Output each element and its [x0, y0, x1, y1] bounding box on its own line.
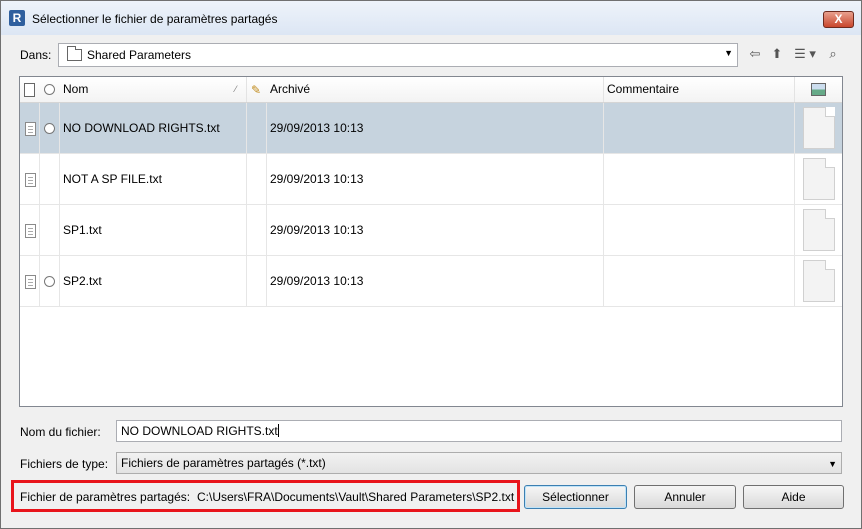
- look-in-dropdown[interactable]: Shared Parameters ▼: [58, 43, 738, 67]
- title-bar: R Sélectionner le fichier de paramètres …: [1, 1, 861, 35]
- shared-params-path: C:\Users\FRA\Documents\Vault\Shared Para…: [197, 490, 515, 504]
- cell-divider: [59, 154, 60, 204]
- file-row[interactable]: NOT A SP FILE.txt 29/09/2013 10:13: [20, 154, 842, 205]
- chevron-down-icon: ▼: [828, 459, 837, 469]
- cell-divider: [39, 154, 40, 204]
- file-thumbnail: [803, 209, 835, 251]
- file-name: NO DOWNLOAD RIGHTS.txt: [63, 121, 220, 135]
- cell-divider: [266, 205, 267, 255]
- column-header-name[interactable]: Nom: [63, 77, 88, 102]
- text-file-icon: [25, 275, 36, 289]
- file-name: SP2.txt: [63, 274, 102, 288]
- cell-divider: [266, 256, 267, 306]
- file-date: 29/09/2013 10:13: [270, 172, 364, 186]
- filetype-value: Fichiers de paramètres partagés (*.txt): [121, 456, 326, 470]
- preview-image-icon: [811, 83, 826, 96]
- cell-divider: [603, 256, 604, 306]
- cell-divider: [266, 103, 267, 153]
- column-divider[interactable]: [794, 77, 795, 102]
- cell-divider: [59, 103, 60, 153]
- file-row[interactable]: SP2.txt 29/09/2013 10:13: [20, 256, 842, 307]
- cell-divider: [39, 256, 40, 306]
- filetype-label: Fichiers de type:: [20, 457, 109, 471]
- text-file-icon: [25, 173, 36, 187]
- cell-divider: [794, 256, 795, 306]
- revit-app-icon: R: [9, 10, 25, 26]
- cell-divider: [59, 205, 60, 255]
- cell-divider: [266, 154, 267, 204]
- file-thumbnail: [803, 107, 835, 149]
- close-button[interactable]: X: [823, 11, 854, 28]
- cell-divider: [603, 103, 604, 153]
- file-list-header: Nom ⁄ ✎ Archivé Commentaire: [20, 77, 842, 103]
- cell-divider: [794, 103, 795, 153]
- select-button[interactable]: Sélectionner: [524, 485, 627, 509]
- help-button[interactable]: Aide: [743, 485, 844, 509]
- shared-params-label: Fichier de paramètres partagés:: [20, 490, 191, 504]
- cell-divider: [246, 205, 247, 255]
- cell-divider: [794, 205, 795, 255]
- cell-divider: [794, 154, 795, 204]
- filename-input[interactable]: NO DOWNLOAD RIGHTS.txt: [116, 420, 842, 442]
- file-date: 29/09/2013 10:13: [270, 274, 364, 288]
- dialog-title: Sélectionner le fichier de paramètres pa…: [32, 12, 278, 26]
- look-in-folder: Shared Parameters: [87, 48, 192, 62]
- up-folder-icon[interactable]: ⬆: [768, 45, 786, 63]
- column-divider[interactable]: [246, 77, 247, 102]
- sort-icon: ⁄: [235, 84, 237, 94]
- text-caret: [277, 424, 279, 437]
- status-radio: [44, 123, 55, 134]
- file-date: 29/09/2013 10:13: [270, 223, 364, 237]
- views-menu-icon[interactable]: ☰ ▾: [790, 45, 820, 63]
- cell-divider: [246, 256, 247, 306]
- text-file-icon: [25, 224, 36, 238]
- back-icon[interactable]: ⇦: [746, 45, 764, 63]
- text-file-icon: [25, 122, 36, 136]
- column-header-comment[interactable]: Commentaire: [607, 77, 679, 102]
- column-divider[interactable]: [603, 77, 604, 102]
- pencil-icon: ✎: [251, 83, 262, 97]
- cancel-button[interactable]: Annuler: [634, 485, 736, 509]
- file-name: SP1.txt: [63, 223, 102, 237]
- cell-divider: [603, 205, 604, 255]
- filetype-dropdown[interactable]: Fichiers de paramètres partagés (*.txt) …: [116, 452, 842, 474]
- look-in-label: Dans:: [20, 48, 52, 62]
- column-header-archived[interactable]: Archivé: [270, 77, 310, 102]
- status-header-icon: [44, 84, 55, 95]
- binoculars-icon[interactable]: ⌕: [824, 45, 842, 63]
- document-icon: [24, 83, 35, 97]
- file-row[interactable]: SP1.txt 29/09/2013 10:13: [20, 205, 842, 256]
- filename-label: Nom du fichier:: [20, 425, 101, 439]
- cell-divider: [603, 154, 604, 204]
- file-thumbnail: [803, 260, 835, 302]
- folder-icon: [67, 46, 82, 61]
- cell-divider: [246, 103, 247, 153]
- cell-divider: [39, 205, 40, 255]
- cell-divider: [59, 256, 60, 306]
- file-name: NOT A SP FILE.txt: [63, 172, 162, 186]
- chevron-down-icon: ▼: [724, 48, 733, 58]
- file-date: 29/09/2013 10:13: [270, 121, 364, 135]
- file-thumbnail: [803, 158, 835, 200]
- cell-divider: [39, 103, 40, 153]
- status-radio: [44, 276, 55, 287]
- file-list[interactable]: Nom ⁄ ✎ Archivé Commentaire NO DOWNLOAD …: [19, 76, 843, 407]
- file-dialog: R Sélectionner le fichier de paramètres …: [0, 0, 862, 529]
- cell-divider: [246, 154, 247, 204]
- file-row[interactable]: NO DOWNLOAD RIGHTS.txt 29/09/2013 10:13: [20, 103, 842, 154]
- filename-value: NO DOWNLOAD RIGHTS.txt: [121, 424, 278, 438]
